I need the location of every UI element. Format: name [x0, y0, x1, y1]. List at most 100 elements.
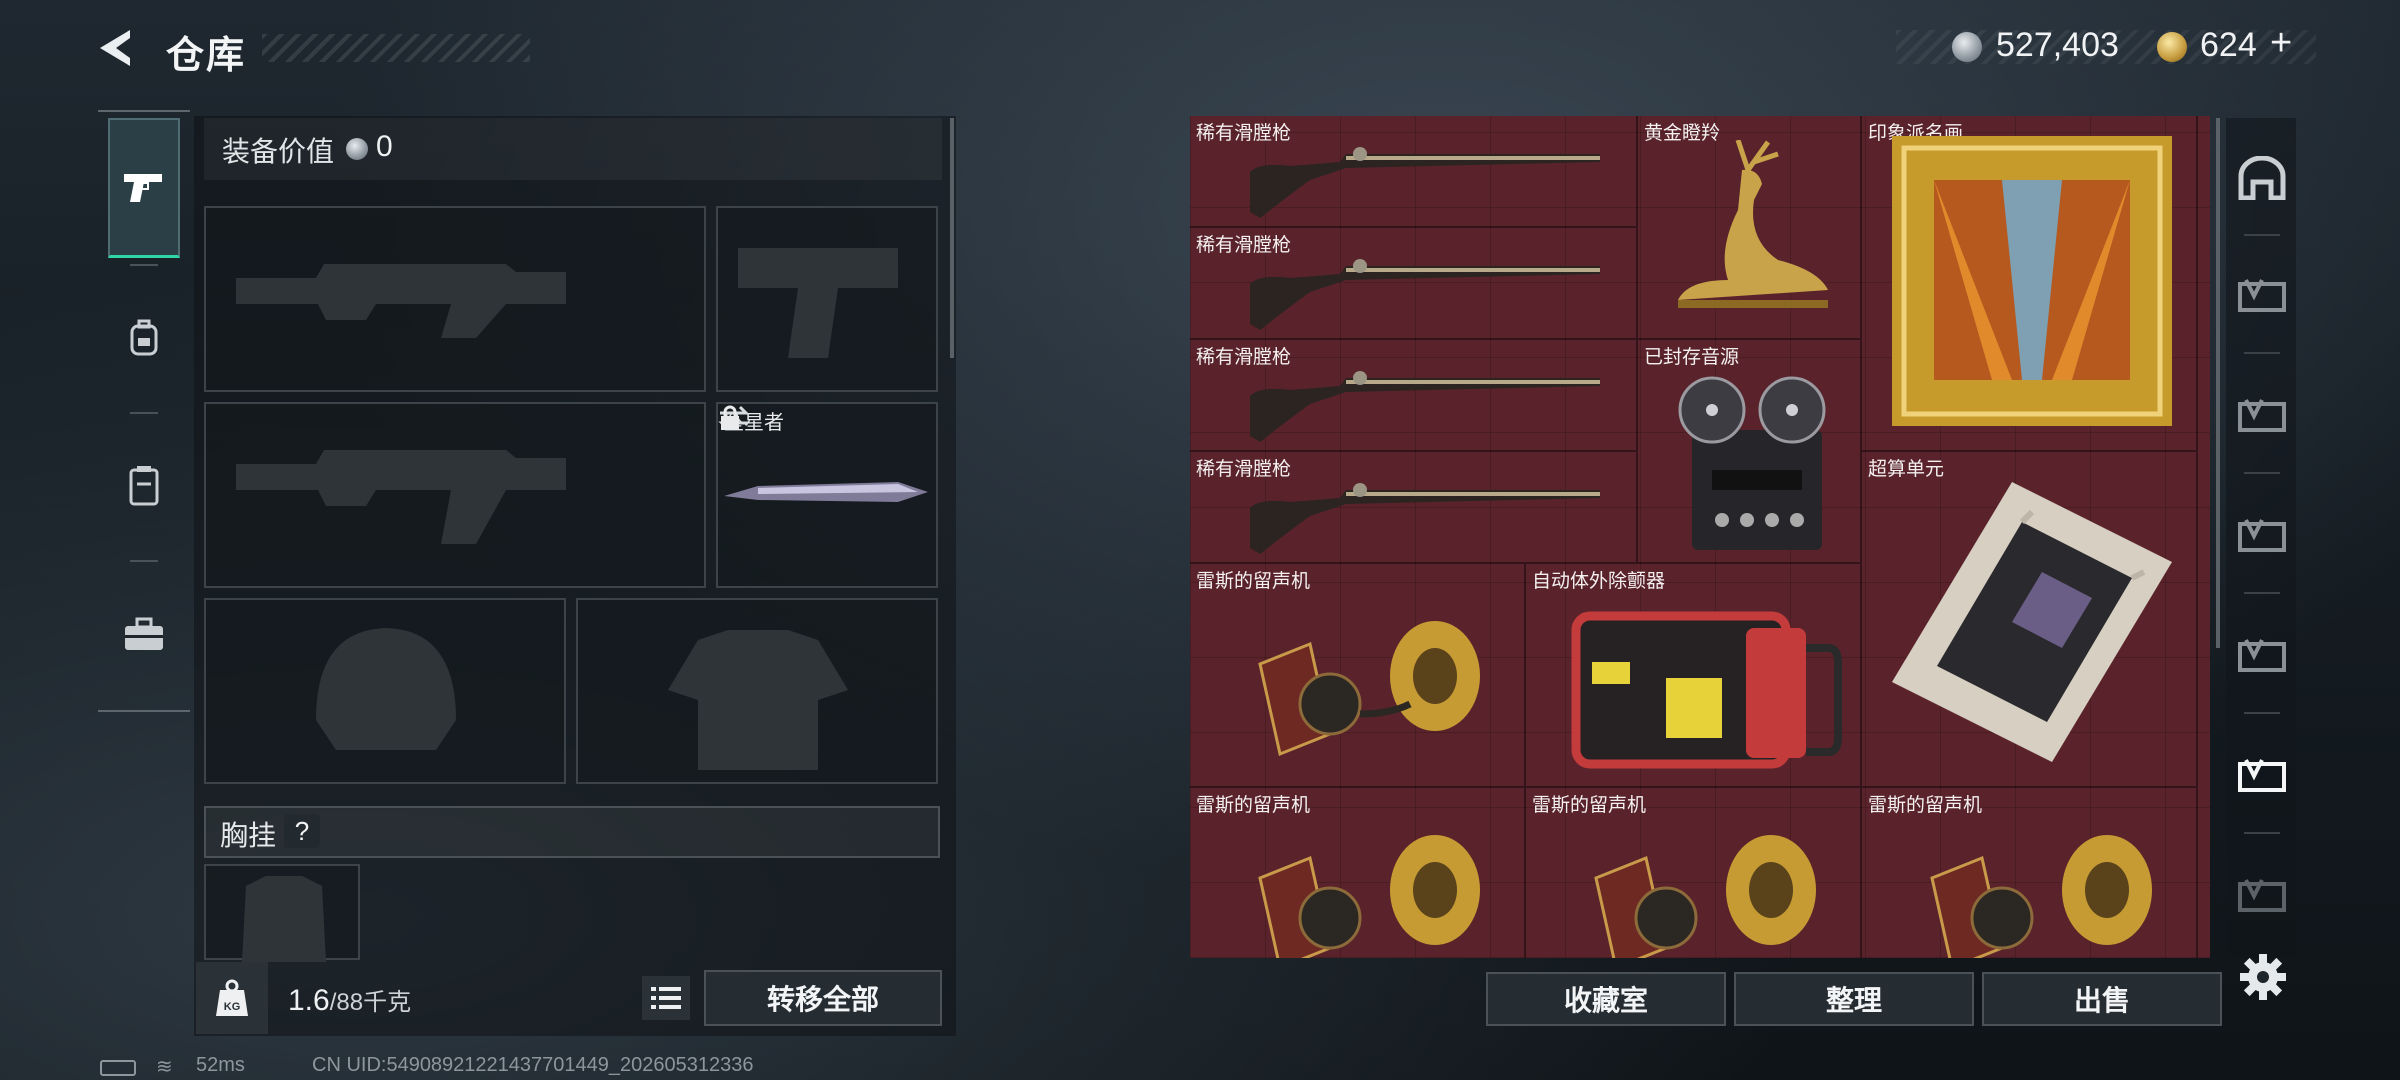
pistol-icon — [124, 173, 162, 202]
help-button[interactable]: ? — [284, 814, 320, 848]
user-id: CN UID:5490892122143770144­9_20260531233… — [312, 1054, 754, 1076]
chest-rig-label: 胸挂 — [220, 820, 277, 851]
gold-balance: 624 — [2200, 26, 2257, 64]
storage-item[interactable]: 稀有滑膛枪 — [1190, 116, 1638, 228]
painting-icon — [1892, 136, 2172, 426]
helmet-silhouette-icon — [316, 628, 456, 750]
helmet-slot[interactable] — [204, 598, 566, 784]
svg-text:KG: KG — [224, 1001, 241, 1013]
melee-slot[interactable]: 坠星者 — [716, 402, 938, 588]
storage-item[interactable]: 已封存音源 — [1638, 340, 1862, 564]
storage-item[interactable]: 雷斯的留声机 — [1526, 788, 1862, 958]
phonograph-icon — [1594, 835, 1816, 958]
sell-button[interactable]: 出售 — [1982, 972, 2222, 1026]
item-name: 雷斯的留声机 — [1868, 795, 1983, 816]
wifi-icon: ≋ — [156, 1056, 173, 1078]
storage-item[interactable]: 黄金瞪羚 — [1638, 116, 1862, 340]
safehouse-button[interactable] — [2232, 148, 2292, 208]
pistol-silhouette-icon — [738, 248, 898, 358]
voucher-icon — [2238, 639, 2286, 672]
storage-item[interactable]: 超算单元 — [1862, 452, 2198, 788]
tab-weapons[interactable] — [108, 118, 180, 258]
chest-rig-slot[interactable] — [204, 864, 360, 962]
backpack-icon — [130, 319, 158, 356]
voucher-icon — [2238, 399, 2286, 432]
voucher-icon — [2238, 879, 2286, 912]
storage-item[interactable]: 雷斯的留声机 — [1190, 788, 1526, 958]
storage-page-4[interactable] — [2232, 626, 2292, 686]
phonograph-icon — [1258, 835, 1480, 958]
secondary-weapon-slot[interactable] — [204, 402, 706, 588]
storage-item[interactable]: 雷斯的留声机 — [1862, 788, 2198, 958]
musket-icon — [1250, 371, 1600, 442]
phonograph-icon — [1930, 835, 2152, 958]
silver-coin-icon — [1952, 32, 1982, 62]
storage-item[interactable]: 自动体外除颤器 — [1526, 564, 1862, 788]
sidearm-slot[interactable] — [716, 206, 938, 392]
weight-icon: KG — [216, 979, 248, 1016]
storage-item[interactable]: 印象派名画 — [1862, 116, 2198, 452]
storage-grid: 稀有滑膛枪 稀有滑膛枪 稀有滑膛枪 稀有滑膛枪 黄金瞪羚 已封存音源 印象派名画… — [1190, 116, 2210, 958]
item-name: 雷斯的留声机 — [1196, 795, 1311, 816]
storage-item[interactable]: 稀有滑膛枪 — [1190, 340, 1638, 452]
primary-weapon-slot[interactable] — [204, 206, 706, 392]
rifle-silhouette-icon — [236, 264, 566, 338]
armor-slot[interactable] — [576, 598, 938, 784]
tab-toolbox[interactable] — [108, 564, 180, 704]
equipment-scrollbar[interactable] — [950, 118, 954, 358]
armor-silhouette-icon — [668, 630, 848, 770]
add-currency-button[interactable]: + — [2270, 22, 2292, 65]
toolbox-icon — [125, 617, 163, 650]
voucher-icon — [2238, 519, 2286, 552]
storage-item[interactable]: 稀有滑膛枪 — [1190, 228, 1638, 340]
list-view-button[interactable] — [642, 976, 690, 1020]
weight-badge: KG — [196, 962, 268, 1034]
page-title: 仓库 — [166, 35, 247, 77]
weight-max: /88千克 — [329, 989, 412, 1016]
safehouse-icon — [2238, 156, 2286, 200]
reel-to-reel-recorder-icon — [1678, 376, 1826, 550]
tab-vest[interactable] — [108, 416, 180, 556]
ping-readout: 52ms — [196, 1054, 245, 1076]
storage-page-3[interactable] — [2232, 506, 2292, 566]
silver-coin-icon — [346, 138, 368, 160]
collection-room-button[interactable]: 收藏室 — [1486, 972, 1726, 1026]
storage-scrollbar[interactable] — [2216, 118, 2220, 648]
musket-icon — [1250, 483, 1600, 554]
list-icon — [651, 987, 681, 1009]
storage-item[interactable]: 雷斯的留声机 — [1190, 564, 1526, 788]
golden-gazelle-icon — [1678, 140, 1828, 308]
vest-icon — [129, 466, 159, 506]
gear-icon[interactable] — [2238, 952, 2288, 1002]
transfer-all-button[interactable]: 转移全部 — [704, 970, 942, 1026]
rifle-silhouette-icon — [236, 450, 566, 544]
organize-button[interactable]: 整理 — [1734, 972, 1974, 1026]
item-name: 超算单元 — [1868, 459, 1945, 480]
weight-readout: 1.6/88千克 — [288, 982, 411, 1018]
storage-page-6[interactable] — [2232, 866, 2292, 926]
musket-icon — [1250, 147, 1600, 218]
lock-icon — [721, 405, 739, 430]
storage-page-1[interactable] — [2232, 266, 2292, 326]
storage-item[interactable]: 稀有滑膛枪 — [1190, 452, 1638, 564]
weight-current: 1.6 — [288, 984, 330, 1017]
battery-icon — [100, 1060, 136, 1076]
musket-icon — [1250, 259, 1600, 330]
item-name: 已封存音源 — [1644, 347, 1740, 368]
title-decoration — [262, 34, 530, 62]
phonograph-icon — [1258, 621, 1480, 757]
back-icon[interactable] — [96, 28, 142, 68]
equipment-value-label: 装备价值 — [222, 136, 335, 167]
defibrillator-icon — [1571, 611, 1842, 769]
compute-board-icon — [1892, 482, 2172, 762]
tab-backpack[interactable] — [108, 268, 180, 408]
chest-rig-silhouette-icon — [242, 876, 326, 962]
equipment-value: 0 — [376, 130, 393, 163]
silver-balance: 527,403 — [1996, 26, 2119, 64]
voucher-icon — [2238, 759, 2286, 792]
item-name: 雷斯的留声机 — [1196, 571, 1311, 592]
item-name: 雷斯的留声机 — [1532, 795, 1647, 816]
storage-page-2[interactable] — [2232, 386, 2292, 446]
storage-page-5-active[interactable] — [2232, 746, 2292, 806]
voucher-icon — [2238, 279, 2286, 312]
